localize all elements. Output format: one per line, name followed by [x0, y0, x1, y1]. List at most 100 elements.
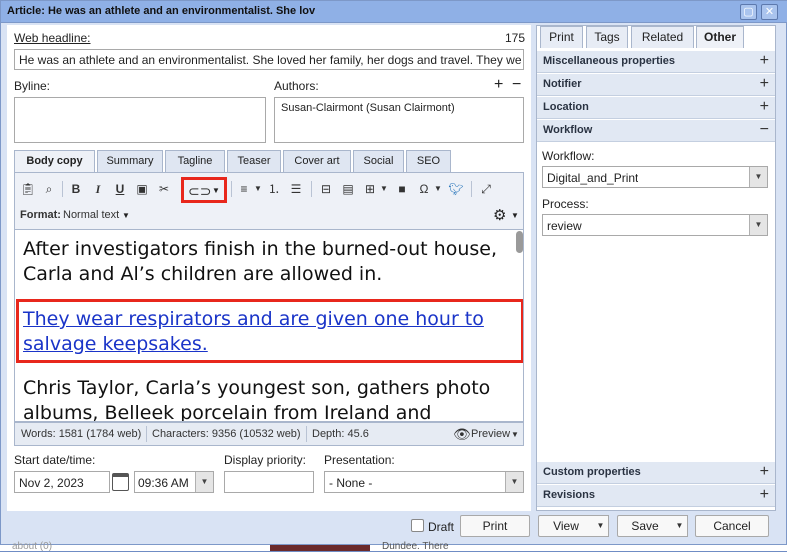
tab-seo[interactable]: SEO: [406, 150, 451, 172]
title-bar[interactable]: Article: He was an athlete and an enviro…: [1, 1, 787, 23]
remove-author-icon[interactable]: −: [512, 76, 521, 94]
presentation-select[interactable]: - None - ▼: [324, 471, 524, 493]
background-text: Dundee. There: [382, 541, 449, 552]
byline-label: Byline:: [14, 79, 51, 93]
workflow-label: Workflow:: [542, 149, 595, 163]
background-thumbnail: [270, 545, 370, 551]
start-date-input[interactable]: Nov 2, 2023: [14, 471, 110, 493]
insert-image-icon[interactable]: ▣: [133, 180, 151, 198]
editor-scrollbar[interactable]: [516, 231, 523, 253]
start-time-value: 09:36 AM: [138, 476, 189, 490]
twitter-icon[interactable]: 🐦︎: [447, 180, 465, 198]
background-page: about (0) Dundee. There: [0, 541, 787, 552]
draft-label: Draft: [428, 520, 455, 534]
section-location[interactable]: Location +: [537, 97, 775, 119]
save-dropdown-icon[interactable]: ▼: [672, 515, 688, 537]
body-paragraph[interactable]: After investigators finish in the burned…: [23, 237, 513, 286]
workflow-dropdown-icon[interactable]: ▼: [749, 167, 767, 187]
section-misc-properties[interactable]: Miscellaneous properties +: [537, 51, 775, 73]
print-button[interactable]: Print: [460, 515, 530, 537]
byline-input[interactable]: [14, 97, 266, 143]
editor-status-bar: Words: 1581 (1784 web) Characters: 9356 …: [14, 422, 524, 446]
status-separator: [306, 426, 307, 442]
page-break-icon[interactable]: ▤: [339, 180, 357, 198]
tab-teaser[interactable]: Teaser: [227, 150, 281, 172]
section-notifier[interactable]: Notifier +: [537, 74, 775, 96]
tab-social[interactable]: Social: [353, 150, 404, 172]
restore-icon[interactable]: ▢: [740, 4, 757, 20]
expand-icon[interactable]: +: [760, 75, 769, 93]
format-select[interactable]: Normal text: [63, 209, 119, 221]
paste-icon[interactable]: 📋︎: [19, 180, 37, 198]
author-item[interactable]: Susan-Clairmont (Susan Clairmont): [281, 102, 455, 114]
add-author-icon[interactable]: +: [494, 76, 503, 94]
display-priority-input[interactable]: [224, 471, 314, 493]
process-dropdown-icon[interactable]: ▼: [749, 215, 767, 235]
section-workflow[interactable]: Workflow −: [537, 120, 775, 142]
tab-tagline[interactable]: Tagline: [165, 150, 225, 172]
view-dropdown-icon[interactable]: ▼: [593, 515, 609, 537]
expand-icon[interactable]: +: [760, 52, 769, 70]
tab-tags[interactable]: Tags: [586, 26, 628, 48]
collapse-icon[interactable]: −: [760, 121, 769, 139]
cancel-button[interactable]: Cancel: [695, 515, 769, 537]
expand-icon[interactable]: +: [760, 486, 769, 504]
article-dialog: Article: He was an athlete and an enviro…: [0, 0, 787, 545]
section-label: Revisions: [543, 489, 595, 501]
authors-list[interactable]: Susan-Clairmont (Susan Clairmont): [274, 97, 524, 143]
tab-print[interactable]: Print: [540, 26, 583, 48]
view-button[interactable]: View: [538, 515, 594, 537]
close-icon[interactable]: ✕: [761, 4, 778, 20]
cut-icon[interactable]: ✂: [155, 180, 173, 198]
section-revisions[interactable]: Revisions +: [537, 485, 775, 507]
link-icon[interactable]: ⊂⊃: [188, 182, 211, 200]
special-character-dropdown-icon[interactable]: ▼: [429, 180, 447, 198]
format-dropdown-icon[interactable]: ▼: [122, 211, 130, 220]
workflow-select[interactable]: Digital_and_Print ▼: [542, 166, 768, 188]
tab-body-copy[interactable]: Body copy: [14, 150, 95, 173]
toolbar-separator: [231, 181, 232, 197]
tab-other[interactable]: Other: [696, 26, 744, 48]
video-icon[interactable]: ■: [393, 180, 411, 198]
body-paragraph[interactable]: Chris Taylor, Carla’s youngest son, gath…: [23, 376, 518, 421]
web-headline-input[interactable]: He was an athlete and an environmentalis…: [14, 49, 524, 70]
body-copy-editor[interactable]: After investigators finish in the burned…: [14, 230, 524, 422]
draft-checkbox[interactable]: [411, 519, 424, 532]
expand-icon[interactable]: +: [760, 98, 769, 116]
find-replace-icon[interactable]: ⌕: [40, 180, 58, 198]
calendar-icon[interactable]: [112, 473, 129, 491]
body-link-paragraph[interactable]: They wear respirators and are given one …: [23, 307, 518, 356]
process-select[interactable]: review ▼: [542, 214, 768, 236]
preview-dropdown-icon[interactable]: ▼: [511, 430, 519, 439]
save-button[interactable]: Save: [617, 515, 673, 537]
table-dropdown-icon[interactable]: ▼: [375, 180, 393, 198]
numbered-list-icon[interactable]: ⒈: [265, 180, 283, 198]
word-count: Words: 1581 (1784 web): [21, 428, 142, 440]
tab-summary[interactable]: Summary: [97, 150, 163, 172]
italic-icon[interactable]: I: [89, 180, 107, 198]
link-button[interactable]: ⊂⊃ ▼: [181, 177, 227, 203]
character-count: Characters: 9356 (10532 web): [152, 428, 301, 440]
eye-icon[interactable]: 👁︎: [453, 426, 471, 443]
start-time-select[interactable]: 09:36 AM ▼: [134, 471, 214, 493]
horizontal-rule-icon[interactable]: ⊟: [317, 180, 335, 198]
tab-related[interactable]: Related: [631, 26, 694, 48]
settings-dropdown-icon[interactable]: ▼: [511, 211, 519, 220]
section-label: Miscellaneous properties: [543, 55, 676, 67]
section-custom-properties[interactable]: Custom properties +: [537, 462, 775, 484]
link-dropdown-icon[interactable]: ▼: [210, 182, 222, 200]
expand-icon[interactable]: +: [760, 463, 769, 481]
time-dropdown-icon[interactable]: ▼: [195, 472, 213, 492]
presentation-dropdown-icon[interactable]: ▼: [505, 472, 523, 492]
preview-button[interactable]: Preview: [471, 428, 510, 440]
bold-icon[interactable]: B: [67, 180, 85, 198]
bullet-list-icon[interactable]: ☰: [287, 180, 305, 198]
section-label: Workflow: [543, 124, 593, 136]
underline-icon[interactable]: U: [111, 180, 129, 198]
start-date-value: Nov 2, 2023: [19, 476, 84, 490]
tab-cover-art[interactable]: Cover art: [283, 150, 351, 172]
settings-gear-icon[interactable]: ⚙: [493, 206, 506, 224]
process-label: Process:: [542, 197, 589, 211]
presentation-label: Presentation:: [324, 453, 395, 467]
fullscreen-icon[interactable]: ⤢: [477, 180, 495, 198]
